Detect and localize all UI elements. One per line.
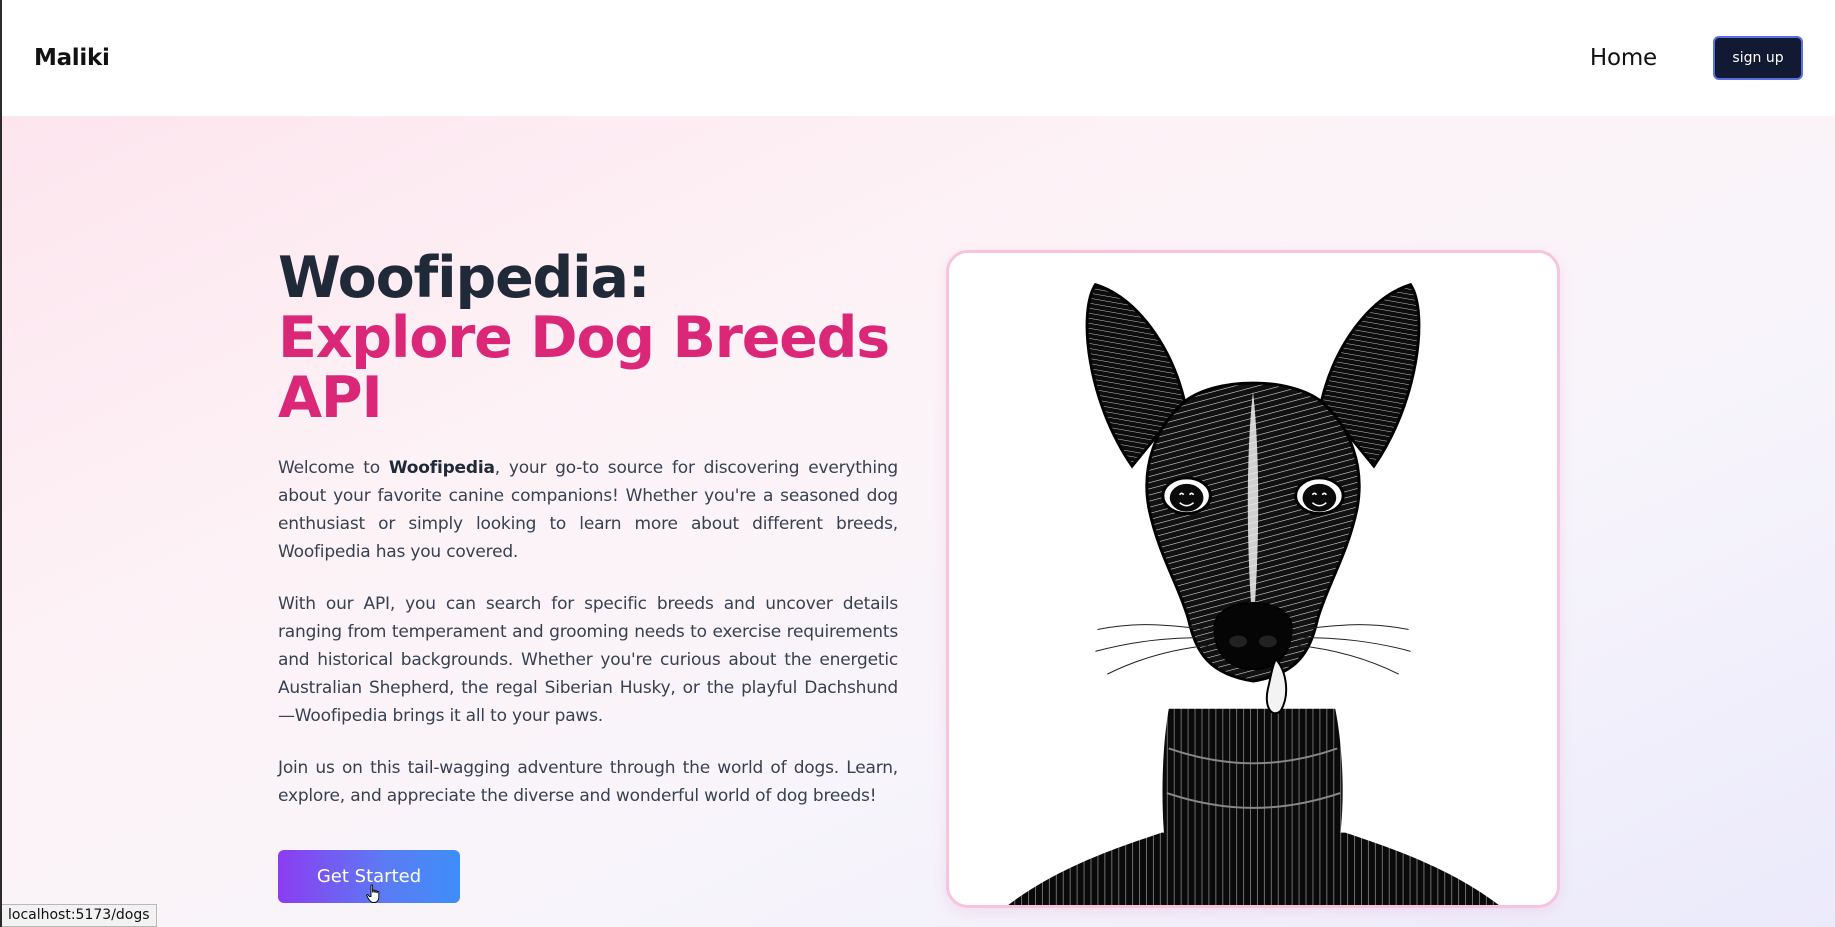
get-started-button[interactable]: Get Started — [278, 850, 460, 903]
dog-illustration — [949, 253, 1557, 905]
page: Maliki Home sign up Woofipedia: Explore … — [0, 0, 1835, 927]
brand-logo[interactable]: Maliki — [34, 45, 110, 71]
nav-links: Home sign up — [1590, 36, 1803, 80]
nav-home-link[interactable]: Home — [1590, 45, 1657, 71]
signup-button[interactable]: sign up — [1713, 36, 1803, 80]
hero-title-line2: Explore Dog Breeds API — [278, 305, 890, 431]
hand-pointer-icon — [366, 884, 380, 903]
hero-title-line1: Woofipedia: — [278, 245, 651, 311]
browser-status-url: localhost:5173/dogs — [2, 904, 157, 927]
hero-paragraph-join: Join us on this tail-wagging adventure t… — [278, 758, 898, 806]
hero-title: Woofipedia: Explore Dog Breeds API — [278, 248, 898, 428]
navbar: Maliki Home sign up — [2, 0, 1835, 116]
dog-illustration-card — [946, 250, 1560, 908]
hero-section: Woofipedia: Explore Dog Breeds API Welco… — [2, 116, 1835, 927]
intro-prefix: Welcome to — [278, 458, 389, 478]
hero-text: Woofipedia: Explore Dog Breeds API Welco… — [278, 248, 898, 903]
intro-brand-bold: Woofipedia — [388, 458, 495, 478]
hero-paragraph-intro: Welcome to Woofipedia, your go-to source… — [278, 454, 898, 566]
hero-paragraph-api: With our API, you can search for specifi… — [278, 594, 898, 726]
